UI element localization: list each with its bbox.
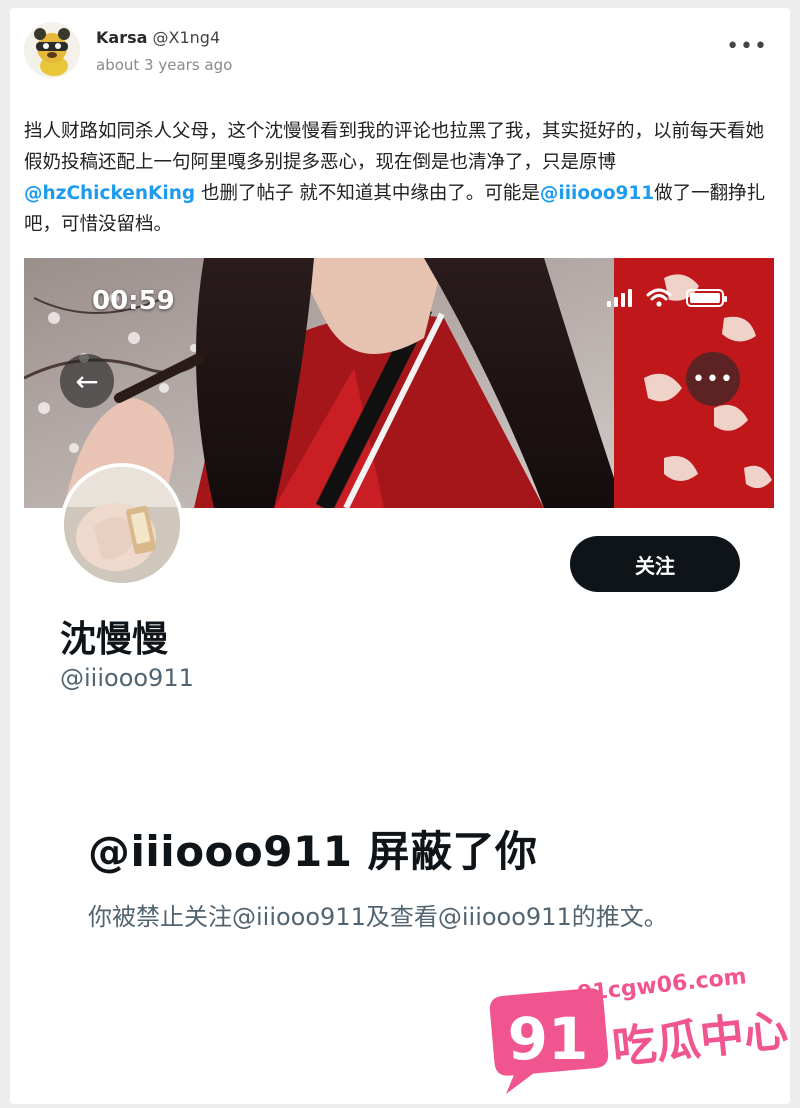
mention-link[interactable]: @iiiooo911 — [540, 183, 654, 204]
watermark-number: 91 — [508, 1005, 589, 1073]
watermark-brand: 吃瓜中心 — [610, 1005, 790, 1074]
profile-display-name: 沈慢慢 — [60, 619, 169, 660]
signal-icon — [607, 289, 632, 307]
battery-icon — [686, 289, 727, 307]
watermark-logo: 91 91cgw06.com 吃瓜中心 — [486, 962, 796, 1098]
profile-handle: @iiiooo911 — [60, 664, 194, 692]
author-avatar-image — [24, 22, 80, 78]
post-text-part: 挡人财路如同杀人父母，这个沈慢慢看到我的评论也拉黑了我，其实挺好的，以前每天看她… — [24, 121, 765, 173]
mention-link[interactable]: @hzChickenKing — [24, 183, 195, 204]
author-name[interactable]: Karsa — [96, 28, 147, 47]
author-handle[interactable]: @X1ng4 — [153, 28, 221, 47]
more-options-icon[interactable]: ••• — [726, 36, 768, 58]
blocked-title: @iiiooo911 屏蔽了你 — [88, 827, 538, 876]
profile-avatar-image — [64, 467, 180, 583]
watermark-badge-icon: 91 91cgw06.com 吃瓜中心 — [489, 964, 790, 1094]
wifi-icon — [646, 288, 672, 307]
author-line: Karsa @X1ng4 — [96, 28, 220, 47]
more-icon[interactable]: ••• — [686, 352, 740, 406]
author-avatar[interactable] — [24, 22, 80, 78]
status-bar-icons — [607, 288, 727, 308]
profile-avatar[interactable] — [60, 463, 184, 587]
post-timestamp[interactable]: about 3 years ago — [96, 56, 232, 74]
post-card: Karsa @X1ng4 about 3 years ago ••• 挡人财路如… — [10, 8, 790, 1104]
status-bar-time: 00:59 — [92, 286, 175, 316]
back-arrow-icon[interactable]: ← — [60, 354, 114, 408]
watermark-domain: 91cgw06.com — [576, 964, 747, 1007]
post-text: 挡人财路如同杀人父母，这个沈慢慢看到我的评论也拉黑了我，其实挺好的，以前每天看她… — [24, 116, 776, 240]
blocked-description: 你被禁止关注@iiiooo911及查看@iiiooo911的推文。 — [88, 903, 668, 931]
post-text-part: 也删了帖子 就不知道其中缘由了。可能是 — [195, 183, 540, 204]
follow-button[interactable]: 关注 — [570, 536, 740, 592]
